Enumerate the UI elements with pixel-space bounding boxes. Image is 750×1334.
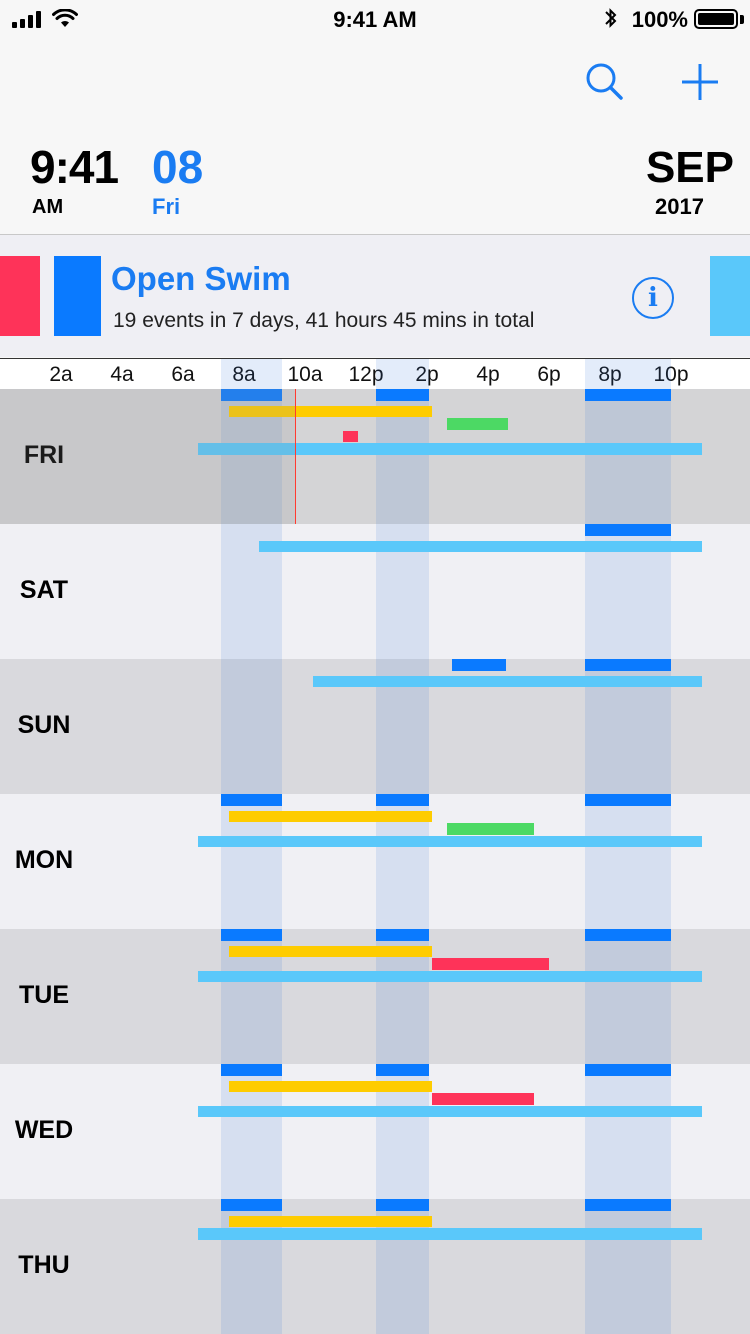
day-row-sat[interactable]: SAT xyxy=(0,524,750,659)
event-bar-blue[interactable] xyxy=(584,389,671,401)
hour-tick-label: 6p xyxy=(537,363,561,386)
day-row-mon[interactable]: MON xyxy=(0,794,750,929)
event-bar-blue[interactable] xyxy=(584,794,671,806)
elapsed-time-overlay xyxy=(0,389,296,524)
day-row-wed[interactable]: WED xyxy=(0,1064,750,1199)
day-label: SUN xyxy=(17,710,71,739)
day-label: SAT xyxy=(19,575,69,604)
current-day-number[interactable]: 08 xyxy=(152,144,203,190)
battery-level-fill xyxy=(698,13,734,25)
column-highlight xyxy=(584,389,671,524)
event-bar-lightblue[interactable] xyxy=(198,970,702,982)
day-rows: FRI SAT SUN MON TUE WED THU xyxy=(0,389,750,1334)
battery-nub xyxy=(740,15,744,24)
event-bar-blue[interactable] xyxy=(221,1199,283,1211)
event-bar-blue[interactable] xyxy=(584,1064,671,1076)
event-card[interactable]: Open Swim 19 events in 7 days, 41 hours … xyxy=(0,235,750,357)
day-label: WED xyxy=(14,1115,74,1144)
battery-percent: 100% xyxy=(631,7,688,32)
event-bar-blue[interactable] xyxy=(221,1064,283,1076)
event-bar-blue[interactable] xyxy=(221,929,283,941)
event-bar-yellow[interactable] xyxy=(228,1080,433,1092)
status-bar: 9:41 AM 100% xyxy=(0,0,750,40)
hour-tick-label: 2a xyxy=(49,363,73,386)
day-row-thu[interactable]: THU xyxy=(0,1199,750,1334)
bluetooth-icon xyxy=(605,8,617,28)
hour-tick-label: 4a xyxy=(110,363,134,386)
day-row-tue[interactable]: TUE xyxy=(0,929,750,1064)
event-bar-blue[interactable] xyxy=(376,794,430,806)
event-bar-lightblue[interactable] xyxy=(198,1228,702,1240)
day-label: THU xyxy=(18,1250,70,1279)
day-label: MON xyxy=(14,845,74,874)
event-bar-blue[interactable] xyxy=(584,1199,671,1211)
hour-tick-label: 4p xyxy=(476,363,500,386)
event-bar-green[interactable] xyxy=(447,418,509,430)
event-bar-blue[interactable] xyxy=(584,524,671,536)
axis-column-highlight xyxy=(376,359,430,390)
column-highlight xyxy=(584,929,671,1064)
day-row-fri[interactable]: FRI xyxy=(0,389,750,524)
event-summary: 19 events in 7 days, 41 hours 45 mins in… xyxy=(113,309,535,332)
hour-axis: 2a 4a 6a 8a 10a 12p 2p 4p 6p 8p 10p xyxy=(0,358,750,391)
current-time: 9:41 xyxy=(30,141,119,193)
event-bar-green[interactable] xyxy=(447,823,534,835)
plus-icon xyxy=(682,64,718,100)
event-bar-blue[interactable] xyxy=(452,659,506,671)
event-bar-blue[interactable] xyxy=(376,929,430,941)
prev-event-swatch[interactable] xyxy=(0,256,40,336)
axis-column-highlight xyxy=(584,359,671,390)
event-bar-yellow[interactable] xyxy=(228,1215,433,1227)
column-highlight xyxy=(584,1064,671,1199)
column-highlight xyxy=(584,1199,671,1334)
hour-tick-label: 10a xyxy=(287,363,323,386)
event-bar-blue[interactable] xyxy=(221,794,283,806)
column-highlight xyxy=(221,659,283,794)
event-bar-blue[interactable] xyxy=(376,1064,430,1076)
hour-tick-label: 6a xyxy=(171,363,195,386)
day-label: TUE xyxy=(19,980,69,1009)
week-timeline[interactable]: 2a 4a 6a 8a 10a 12p 2p 4p 6p 8p 10p FRI SAT SUN MON TU… xyxy=(0,358,750,1334)
add-button[interactable] xyxy=(676,58,724,106)
current-ampm: AM xyxy=(32,196,64,218)
axis-column-highlight xyxy=(221,359,283,390)
event-bar-blue[interactable] xyxy=(376,1199,430,1211)
battery-icon xyxy=(694,9,738,29)
event-bar-lightblue[interactable] xyxy=(312,675,702,687)
event-bar-blue[interactable] xyxy=(584,659,671,671)
event-bar-blue[interactable] xyxy=(376,389,430,401)
event-bar-yellow[interactable] xyxy=(228,810,433,822)
column-highlight xyxy=(584,794,671,929)
current-year[interactable]: 2017 xyxy=(655,194,704,220)
event-color-swatch xyxy=(54,256,101,336)
event-title: Open Swim xyxy=(111,260,291,297)
event-bar-blue[interactable] xyxy=(584,929,671,941)
event-bar-red[interactable] xyxy=(343,430,359,442)
event-bar-lightblue[interactable] xyxy=(198,1105,702,1117)
event-bar-yellow[interactable] xyxy=(228,945,433,957)
header: 9:41 AM 08 Fri SEP 2017 xyxy=(0,40,750,235)
event-bar-red[interactable] xyxy=(432,1093,534,1105)
info-icon[interactable]: i xyxy=(632,277,674,319)
event-bar-lightblue[interactable] xyxy=(259,540,702,552)
next-event-swatch[interactable] xyxy=(710,256,750,336)
current-weekday[interactable]: Fri xyxy=(152,194,180,220)
search-icon xyxy=(586,63,623,100)
search-button[interactable] xyxy=(580,58,628,106)
current-month[interactable]: SEP xyxy=(646,146,734,190)
current-time-indicator xyxy=(295,389,297,524)
day-row-sun[interactable]: SUN xyxy=(0,659,750,794)
event-bar-red[interactable] xyxy=(432,958,549,970)
event-bar-lightblue[interactable] xyxy=(198,835,702,847)
